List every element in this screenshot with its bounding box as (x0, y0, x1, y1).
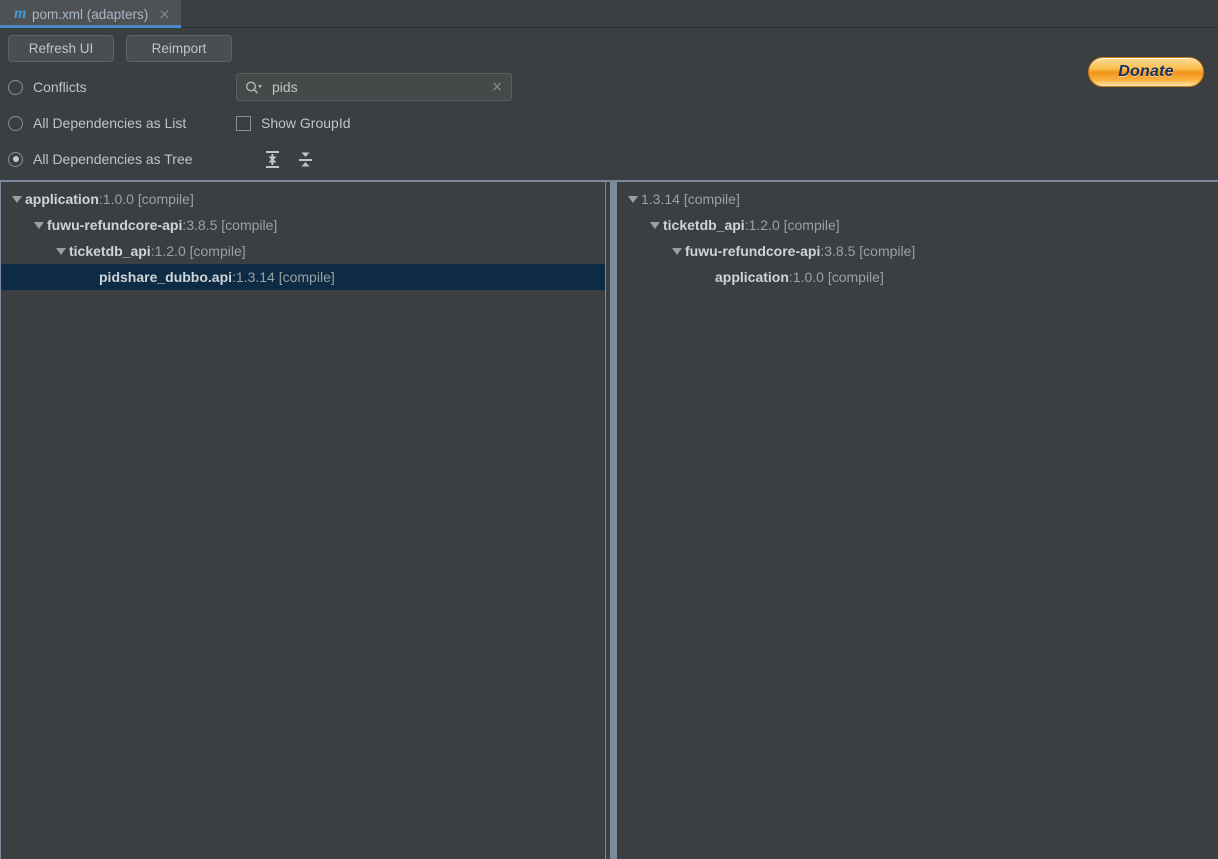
tab-label: pom.xml (adapters) (31, 6, 149, 22)
table-row[interactable]: application : 1.0.0 [compile] (1, 186, 605, 212)
reimport-button[interactable]: Reimport (126, 35, 232, 62)
dependency-usages-tree: 1.3.14 [compile] ticketdb_api : 1.2.0 [c… (611, 182, 1218, 290)
dependency-tree: application : 1.0.0 [compile] fuwu-refun… (1, 182, 605, 290)
table-row[interactable]: application : 1.0.0 [compile] (611, 264, 1218, 290)
dependency-panels: application : 1.0.0 [compile] fuwu-refun… (0, 180, 1218, 859)
tab-pom-xml-adapters[interactable]: m pom.xml (adapters) × (0, 0, 181, 28)
collapse-all-icon[interactable] (297, 150, 314, 169)
chevron-down-icon[interactable] (625, 195, 641, 203)
dependency-version-scope: 3.8.5 [compile] (824, 243, 916, 259)
dependency-artifact: application (25, 191, 99, 207)
chevron-down-icon[interactable] (669, 247, 685, 255)
radio-all-dependencies-as-list-label: All Dependencies as List (33, 115, 187, 131)
tab-bar: m pom.xml (adapters) × (0, 0, 1218, 28)
dependency-artifact: ticketdb_api (663, 217, 745, 233)
expand-all-icon[interactable] (264, 150, 281, 169)
dependency-artifact: fuwu-refundcore-api (685, 243, 821, 259)
radio-all-dependencies-as-tree-label: All Dependencies as Tree (33, 151, 193, 167)
table-row[interactable]: fuwu-refundcore-api : 3.8.5 [compile] (611, 238, 1218, 264)
dependency-version-scope: 1.3.14 [compile] (641, 191, 740, 207)
dependency-version-scope: 1.2.0 [compile] (748, 217, 840, 233)
dependency-version-scope: 1.2.0 [compile] (154, 243, 246, 259)
radio-all-dependencies-as-list-indicator (8, 115, 23, 131)
checkbox-show-groupid[interactable]: Show GroupId (236, 115, 351, 131)
dependency-version-scope: 3.8.5 [compile] (186, 217, 278, 233)
options-panel: Conflicts pids × All Dependencies as Lis… (0, 69, 1218, 180)
tab-bar-filler (180, 0, 1218, 28)
dependency-version-scope: 1.3.14 [compile] (235, 269, 335, 285)
checkbox-show-groupid-indicator (236, 115, 251, 131)
tree-tools (264, 150, 314, 169)
radio-all-dependencies-as-tree[interactable]: All Dependencies as Tree (8, 151, 236, 167)
table-row[interactable]: pidshare_dubbo.api : 1.3.14 [compile] (1, 264, 605, 290)
dependency-artifact: pidshare_dubbo.api (99, 269, 233, 285)
search-field[interactable]: pids × (236, 73, 512, 101)
table-row[interactable]: ticketdb_api : 1.2.0 [compile] (611, 212, 1218, 238)
clear-search-icon[interactable]: × (491, 80, 503, 94)
refresh-ui-button[interactable]: Refresh UI (8, 35, 114, 62)
options-row-conflicts: Conflicts pids × (0, 69, 1218, 105)
chevron-down-icon[interactable] (31, 221, 47, 229)
vertical-scrollbar[interactable] (611, 182, 617, 859)
dependency-tree-panel: application : 1.0.0 [compile] fuwu-refun… (0, 182, 606, 859)
dependency-version-scope: 1.0.0 [compile] (792, 269, 884, 285)
chevron-down-icon[interactable] (647, 221, 663, 229)
radio-conflicts[interactable]: Conflicts (8, 79, 236, 95)
table-row[interactable]: fuwu-refundcore-api : 3.8.5 [compile] (1, 212, 605, 238)
chevron-down-icon[interactable] (53, 247, 69, 255)
radio-conflicts-indicator (8, 79, 23, 95)
radio-all-dependencies-as-list[interactable]: All Dependencies as List (8, 115, 236, 131)
maven-m-icon: m (14, 5, 26, 22)
search-input[interactable]: pids (272, 79, 491, 95)
maven-dependency-analyzer-window: m pom.xml (adapters) × Refresh UI Reimpo… (0, 0, 1218, 859)
close-icon[interactable]: × (158, 6, 171, 22)
dependency-artifact: application (715, 269, 789, 285)
options-row-tree: All Dependencies as Tree (0, 141, 1218, 177)
search-icon (245, 80, 262, 94)
chevron-down-icon[interactable] (9, 195, 25, 203)
checkbox-show-groupid-label: Show GroupId (261, 115, 351, 131)
table-row[interactable]: 1.3.14 [compile] (611, 186, 1218, 212)
options-row-list: All Dependencies as List Show GroupId (0, 105, 1218, 141)
dependency-artifact: fuwu-refundcore-api (47, 217, 183, 233)
table-row[interactable]: ticketdb_api : 1.2.0 [compile] (1, 238, 605, 264)
radio-all-dependencies-as-tree-indicator (8, 151, 23, 167)
dependency-version-scope: 1.0.0 [compile] (102, 191, 194, 207)
dependency-artifact: ticketdb_api (69, 243, 151, 259)
dependency-usages-panel: 1.3.14 [compile] ticketdb_api : 1.2.0 [c… (610, 182, 1218, 859)
radio-conflicts-label: Conflicts (33, 79, 87, 95)
toolbar: Refresh UI Reimport Donate (0, 28, 1218, 87)
